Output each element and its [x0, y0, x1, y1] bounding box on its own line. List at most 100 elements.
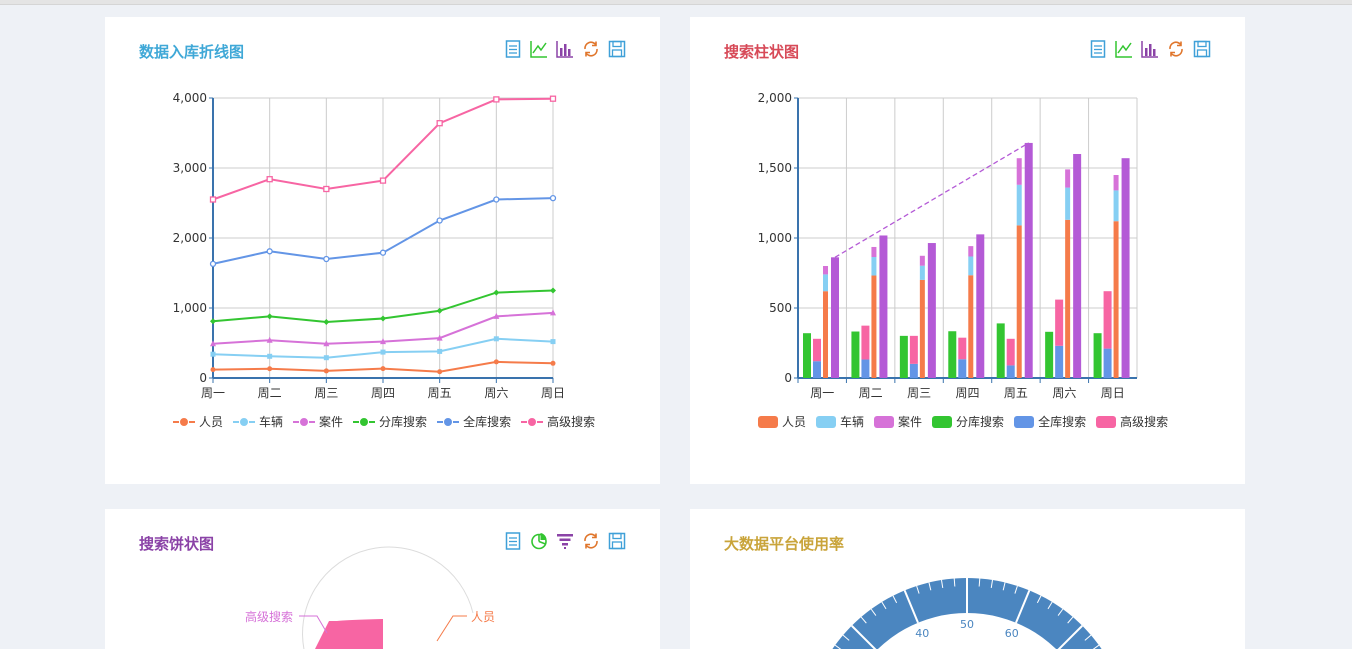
point-series-0: [380, 366, 386, 372]
bar-total: [1024, 142, 1033, 378]
point-series-0: [267, 366, 273, 372]
legend-label: 高级搜索: [547, 415, 596, 429]
point-series-0: [437, 369, 443, 375]
bar-branch-search: [996, 323, 1005, 378]
bar-chart-panel: 搜索柱状图 0 500 1,000 1,500 2,000 周一 周二 周三 周四 周五 周六 周日 …: [690, 17, 1245, 484]
pie-slice-advanced-search[interactable]: [315, 619, 383, 649]
legend-item-series-5[interactable]: 案件: [874, 413, 922, 430]
gauge-minor-tick: [978, 578, 981, 587]
legend-item-series-2[interactable]: 案件: [293, 413, 343, 430]
point-series-4: [436, 217, 443, 224]
y-tick-label: 0: [199, 371, 207, 385]
x-tick-label: 周日: [541, 386, 565, 400]
legend-marker: [173, 416, 195, 428]
bar-chart-legend: 人员 车辆 案件 分库搜索 全库搜索 高级搜索: [758, 413, 1168, 430]
bar-advanced-search: [861, 325, 870, 360]
bar-person: [823, 291, 828, 378]
legend-label: 人员: [199, 415, 224, 429]
legend-marker: [437, 416, 460, 428]
bar-case: [1016, 158, 1022, 185]
legend-item-series-3[interactable]: 人员: [758, 413, 806, 430]
gauge-tick-label: 40: [915, 627, 929, 640]
point-series-5: [266, 176, 273, 183]
gauge-tick-label: 60: [1005, 627, 1019, 640]
bar-advanced-search: [813, 338, 821, 362]
bar-branch-search: [948, 331, 957, 378]
bar-advanced-search: [1055, 299, 1064, 346]
x-tick-label: 周四: [371, 386, 395, 400]
legend-swatch: [1096, 415, 1117, 428]
point-series-3: [323, 319, 330, 325]
bar-full-search: [1055, 345, 1064, 378]
legend-marker: [233, 416, 256, 428]
legend-item-series-2[interactable]: 高级搜索: [1096, 413, 1168, 430]
legend-item-series-4[interactable]: 车辆: [816, 413, 864, 430]
point-series-4: [266, 248, 273, 255]
legend-marker: [293, 416, 316, 428]
x-tick-label: 周六: [484, 386, 508, 400]
y-tick-label: 2,000: [758, 91, 792, 105]
legend-label: 分库搜索: [956, 415, 1005, 429]
gauge-minor-tick: [953, 578, 956, 587]
bar-vehicle: [1113, 190, 1119, 222]
bar-advanced-search: [1006, 338, 1015, 366]
legend-marker: [521, 416, 544, 428]
x-tick-label: 周六: [1052, 386, 1076, 400]
legend-item-series-0[interactable]: 分库搜索: [932, 413, 1004, 430]
bar-total: [1121, 158, 1130, 378]
legend-item-series-0[interactable]: 人员: [173, 413, 223, 430]
point-series-4: [493, 196, 500, 203]
pie-label-advanced-search: 高级搜索: [245, 609, 293, 624]
point-series-5: [209, 196, 217, 203]
x-tick-label: 周四: [955, 386, 979, 400]
bar-full-search: [861, 359, 870, 378]
point-series-5: [493, 96, 500, 103]
legend-item-series-1[interactable]: 全库搜索: [1014, 413, 1086, 430]
legend-label: 全库搜索: [463, 415, 512, 429]
x-tick-label: 周日: [1101, 386, 1125, 400]
bar-advanced-search: [909, 335, 918, 364]
pie-label-person: 人员: [471, 610, 495, 624]
gauge-panel: 大数据平台使用率 40 50 60: [690, 509, 1245, 649]
bar-person: [871, 275, 877, 378]
legend-label: 全库搜索: [1038, 415, 1087, 429]
legend-label: 车辆: [259, 415, 284, 429]
legend-label: 案件: [898, 415, 923, 429]
point-series-3: [210, 318, 216, 325]
legend-label: 高级搜索: [1120, 415, 1169, 429]
point-series-4: [549, 194, 557, 202]
point-series-5: [549, 95, 557, 102]
bar-person: [1113, 221, 1119, 378]
x-tick-label: 周五: [428, 386, 452, 400]
x-tick-label: 周二: [859, 386, 883, 400]
point-series-4: [323, 255, 330, 263]
bar-vehicle: [823, 274, 828, 292]
point-series-1: [267, 353, 273, 359]
x-tick-label: 周一: [810, 386, 834, 400]
bar-person: [919, 279, 925, 378]
y-tick-label: 0: [784, 371, 792, 385]
legend-item-series-3[interactable]: 分库搜索: [353, 413, 427, 430]
bar-vehicle: [1065, 187, 1071, 220]
bar-full-search: [813, 361, 821, 378]
legend-item-series-5[interactable]: 高级搜索: [521, 413, 595, 430]
bar-case: [919, 255, 925, 266]
point-series-4: [379, 249, 387, 256]
bar-case: [1113, 175, 1119, 191]
bar-case: [871, 246, 877, 258]
point-series-5: [436, 120, 443, 127]
pie-label-line-right: [436, 615, 467, 642]
bar-total: [1073, 154, 1082, 378]
bar-case: [968, 246, 974, 257]
legend-item-series-1[interactable]: 车辆: [233, 413, 283, 430]
pie-chart-panel: 搜索饼状图 高级搜索 人员: [105, 509, 660, 649]
bar-total: [976, 234, 985, 378]
bar-vehicle: [919, 265, 925, 280]
legend-item-series-4[interactable]: 全库搜索: [437, 413, 511, 430]
legend-swatch: [874, 415, 895, 428]
bar-total: [879, 235, 888, 378]
y-tick-label: 4,000: [173, 91, 207, 105]
gauge-chart: 40 50 60: [832, 577, 1102, 649]
bar-case: [823, 266, 828, 275]
legend-label: 车辆: [840, 415, 865, 429]
